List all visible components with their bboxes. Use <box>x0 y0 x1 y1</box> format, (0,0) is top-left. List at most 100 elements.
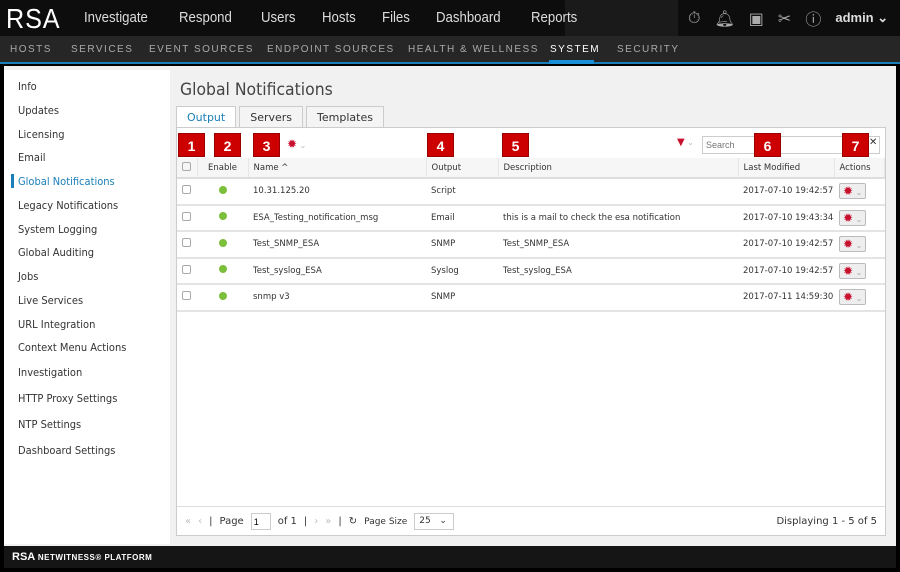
subnav-event-sources[interactable]: EVENT SOURCES <box>149 44 254 55</box>
subnav-services[interactable]: SERVICES <box>71 44 133 55</box>
last-page-icon[interactable]: » <box>325 516 331 527</box>
page-size-select[interactable]: 25 ⌄ <box>414 513 455 530</box>
sidebar-item-dashboard-settings[interactable]: Dashboard Settings <box>18 444 115 457</box>
cell-description <box>498 178 738 206</box>
sidebar-item-url-integration[interactable]: URL Integration <box>18 318 95 331</box>
row-actions-button[interactable]: ✹ ⌄ <box>839 209 866 226</box>
table-row[interactable]: ESA_Testing_notification_msg Email this … <box>177 204 885 232</box>
cell-last-modified: 2017-07-10 19:42:57 <box>738 257 834 285</box>
cell-last-modified: 2017-07-11 14:59:30 <box>738 284 834 312</box>
table-row[interactable]: Test_SNMP_ESA SNMP Test_SNMP_ESA 2017-07… <box>177 231 885 259</box>
nav-hosts[interactable]: Hosts <box>322 9 356 26</box>
next-page-icon[interactable]: › <box>314 516 318 527</box>
nav-investigate[interactable]: Investigate <box>84 9 148 26</box>
cell-output: Syslog <box>426 257 498 285</box>
clear-search-icon[interactable]: ✕ <box>869 137 877 148</box>
col-enable[interactable]: Enable <box>197 158 249 179</box>
page-title: Global Notifications <box>180 80 333 100</box>
stopwatch-icon[interactable]: ⏱ <box>688 8 700 28</box>
help-icon[interactable]: ⓘ <box>805 6 821 30</box>
sidebar-item-jobs[interactable]: Jobs <box>18 270 38 283</box>
sidebar-item-email[interactable]: Email <box>18 151 45 164</box>
pagination: « ‹| Page of 1| › »| ↻ Page Size 25 ⌄ Di… <box>177 506 885 536</box>
footer-product: NETWITNESS® PLATFORM <box>37 553 153 562</box>
cell-description: this is a mail to check the esa notifica… <box>498 204 738 232</box>
gear-icon[interactable]: ✹ ⌄ <box>287 137 306 151</box>
subnav-hosts[interactable]: HOSTS <box>10 44 52 55</box>
col-output[interactable]: Output <box>426 158 499 179</box>
page-size-value: 25 <box>419 516 431 526</box>
cell-output: Script <box>426 178 498 206</box>
cell-last-modified: 2017-07-10 19:42:57 <box>738 178 834 206</box>
row-checkbox[interactable] <box>182 291 191 301</box>
sidebar-item-investigation[interactable]: Investigation <box>18 366 82 379</box>
gear-icon: ✹ <box>843 290 854 305</box>
nav-files[interactable]: Files <box>382 9 410 26</box>
sidebar-item-info[interactable]: Info <box>18 80 37 93</box>
refresh-icon[interactable]: ↻ <box>349 516 357 527</box>
col-description[interactable]: Description <box>498 158 739 179</box>
cell-name: 10.31.125.20 <box>248 178 426 206</box>
table-row[interactable]: Test_syslog_ESA Syslog Test_syslog_ESA 2… <box>177 257 885 285</box>
tab-servers[interactable]: Servers <box>239 106 304 128</box>
row-actions-button[interactable]: ✹ ⌄ <box>839 183 866 200</box>
col-name[interactable]: Name ^ <box>248 158 427 179</box>
row-checkbox[interactable] <box>182 264 191 274</box>
sub-nav: HOSTS SERVICES EVENT SOURCES ENDPOINT SO… <box>0 36 900 64</box>
row-checkbox[interactable] <box>182 238 191 248</box>
gear-icon: ✹ <box>843 184 854 199</box>
settings-panel-icon[interactable]: ▣ <box>749 9 764 28</box>
prev-page-icon[interactable]: ‹ <box>198 516 202 527</box>
user-menu[interactable]: admin ⌄ <box>835 10 888 26</box>
callout-1: 1 <box>178 133 205 157</box>
col-last-modified[interactable]: Last Modified <box>738 158 835 179</box>
row-checkbox[interactable] <box>182 211 191 221</box>
subnav-health-wellness[interactable]: HEALTH & WELLNESS <box>408 44 539 55</box>
callout-7: 7 <box>842 133 869 157</box>
cell-output: SNMP <box>426 231 498 259</box>
rsa-logo: RSA <box>6 3 61 34</box>
active-indicator <box>549 60 594 64</box>
table-row[interactable]: 10.31.125.20 Script 2017-07-10 19:42:57 … <box>177 178 885 206</box>
row-actions-button[interactable]: ✹ ⌄ <box>839 289 866 306</box>
select-all-checkbox[interactable] <box>182 161 191 171</box>
enabled-indicator <box>218 212 227 221</box>
row-actions-button[interactable]: ✹ ⌄ <box>839 236 866 253</box>
sidebar-item-http-proxy[interactable]: HTTP Proxy Settings <box>18 392 117 405</box>
active-marker <box>11 174 14 188</box>
sidebar-item-licensing[interactable]: Licensing <box>18 128 65 141</box>
chevron-down-icon: ⌄ <box>853 214 863 224</box>
row-actions-button[interactable]: ✹ ⌄ <box>839 262 866 279</box>
cell-name: ESA_Testing_notification_msg <box>248 204 426 232</box>
subnav-security[interactable]: SECURITY <box>617 44 680 55</box>
sidebar-item-ntp-settings[interactable]: NTP Settings <box>18 418 81 431</box>
nav-dashboard[interactable]: Dashboard <box>436 9 501 26</box>
first-page-icon[interactable]: « <box>185 516 191 527</box>
bell-icon[interactable]: 🔔︎ <box>714 9 734 28</box>
sidebar-item-live-services[interactable]: Live Services <box>18 294 83 307</box>
cell-name: Test_SNMP_ESA <box>248 231 426 259</box>
tools-icon[interactable]: ✂ <box>778 9 791 28</box>
footer-logo: RSA <box>12 551 35 563</box>
sidebar-item-updates[interactable]: Updates <box>18 104 59 117</box>
nav-respond[interactable]: Respond <box>179 9 232 26</box>
page-input[interactable] <box>250 513 271 530</box>
sidebar-item-global-notifications[interactable]: Global Notifications <box>18 175 115 188</box>
table-row[interactable]: snmp v3 SNMP 2017-07-11 14:59:30 ✹ ⌄ <box>177 284 885 312</box>
sidebar-item-legacy-notifications[interactable]: Legacy Notifications <box>18 199 118 212</box>
nav-users[interactable]: Users <box>261 9 295 26</box>
row-checkbox[interactable] <box>182 185 191 195</box>
cell-output: SNMP <box>426 284 498 312</box>
nav-reports[interactable]: Reports <box>531 9 577 26</box>
subnav-endpoint-sources[interactable]: ENDPOINT SOURCES <box>267 44 395 55</box>
filter-icon[interactable]: ▼ ⌄ <box>677 137 694 148</box>
chevron-down-icon: ⌄ <box>853 267 863 277</box>
callout-6: 6 <box>754 133 781 157</box>
sidebar-item-global-auditing[interactable]: Global Auditing <box>18 246 94 259</box>
subnav-system[interactable]: SYSTEM <box>550 44 600 55</box>
sidebar-item-context-menu-actions[interactable]: Context Menu Actions <box>18 341 126 354</box>
tab-output[interactable]: Output <box>176 106 237 128</box>
tab-templates[interactable]: Templates <box>306 106 384 128</box>
notifications-table: Enable Name ^ Output Description Last Mo… <box>177 158 885 312</box>
sidebar-item-system-logging[interactable]: System Logging <box>18 223 97 236</box>
